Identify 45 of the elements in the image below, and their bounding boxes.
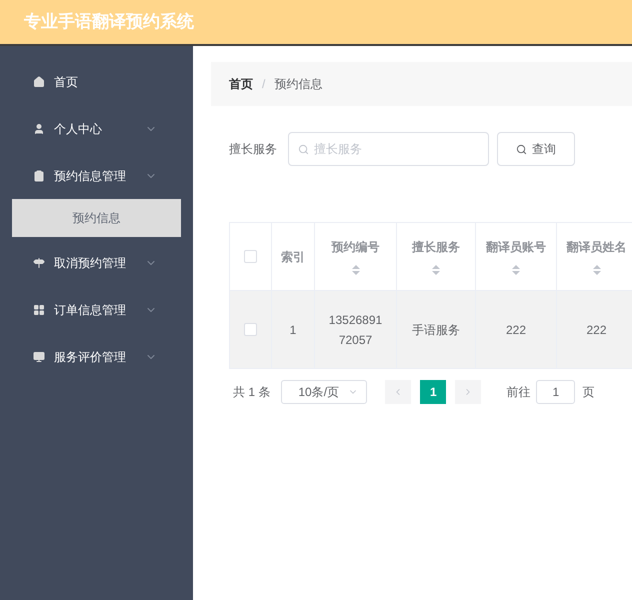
signpost-icon	[33, 256, 45, 268]
page-size-select[interactable]: 10条/页	[281, 380, 368, 404]
grid-icon	[33, 304, 45, 316]
table-cell: 1	[272, 291, 315, 368]
table-cell: 1352689172057	[315, 291, 397, 368]
checkbox[interactable]	[244, 250, 257, 263]
sort-icon[interactable]	[592, 264, 602, 276]
search-icon	[298, 144, 309, 155]
table-header-cell: 索引	[272, 223, 315, 290]
table-header-cell: 翻译员账号	[476, 223, 557, 290]
submenu-item[interactable]: 预约信息	[12, 199, 181, 237]
app-title: 专业手语翻译预约系统	[24, 11, 194, 34]
search-field[interactable]: 擅长服务	[288, 132, 489, 166]
table-cell: 222	[557, 291, 632, 368]
goto-page-field[interactable]: 1	[536, 380, 576, 404]
checkbox[interactable]	[244, 323, 257, 336]
table-header-cell: 翻译员姓名	[557, 223, 632, 290]
table-cell: 222	[476, 291, 557, 368]
monitor-icon	[33, 350, 45, 362]
table-cell: 手语服务	[397, 291, 476, 368]
search-button[interactable]: 查询	[497, 132, 575, 166]
sort-icon[interactable]	[511, 264, 521, 276]
sidebar-item[interactable]: 订单信息管理	[0, 286, 193, 333]
goto-suffix: 页	[582, 384, 594, 401]
table-header-cell: 擅长服务	[397, 223, 476, 290]
sort-icon[interactable]	[350, 264, 360, 276]
sort-icon[interactable]	[431, 264, 441, 276]
table-header-cell: 预约编号	[315, 223, 397, 290]
sidebar-item[interactable]: 预约信息管理	[0, 152, 193, 199]
breadcrumb-separator: /	[262, 76, 266, 93]
sidebar-item[interactable]: 首页	[0, 58, 193, 105]
sidebar-item[interactable]: 个人中心	[0, 105, 193, 152]
sidebar-item[interactable]: 服务评价管理	[0, 333, 193, 380]
search-label: 擅长服务	[229, 141, 277, 158]
search-icon	[516, 144, 527, 154]
sidebar-item[interactable]: 取消预约管理	[0, 239, 193, 286]
goto-label: 前往	[506, 384, 530, 401]
home-icon	[33, 76, 45, 88]
prev-page-button[interactable]	[385, 380, 412, 404]
breadcrumb-item[interactable]: 首页	[229, 75, 253, 93]
next-page-button[interactable]	[455, 380, 482, 404]
total-count: 共 1 条	[233, 384, 270, 401]
user-icon	[33, 122, 45, 134]
breadcrumb-item: 预约信息	[274, 76, 322, 93]
clipboard-icon	[33, 170, 45, 182]
